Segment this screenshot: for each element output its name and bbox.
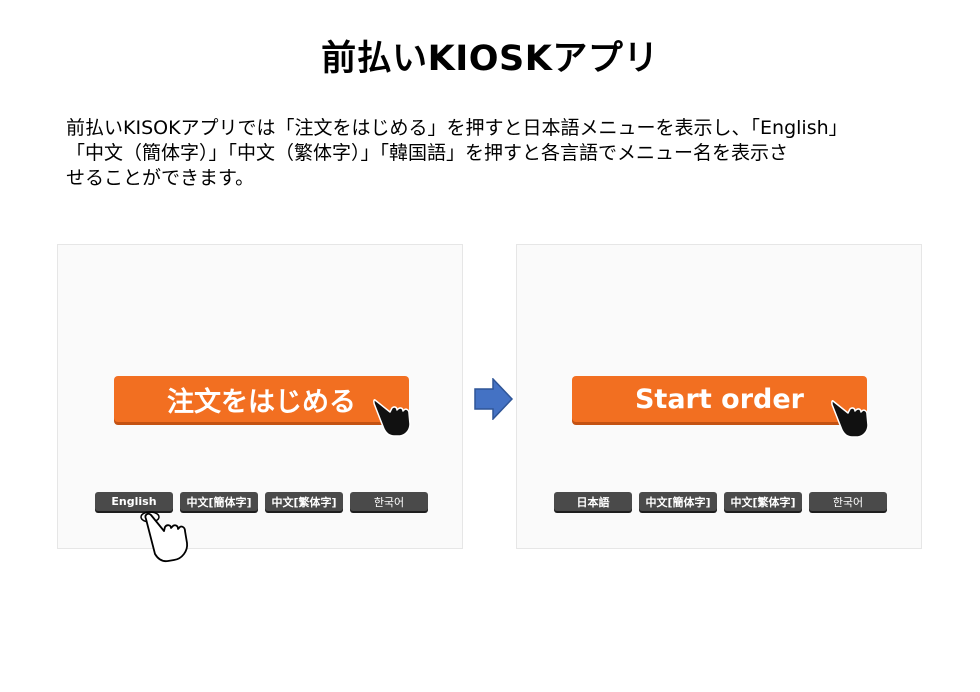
language-button-chinese-traditional[interactable]: 中文[繁体字] <box>265 492 343 511</box>
language-button-chinese-simplified[interactable]: 中文[簡体字] <box>639 492 717 511</box>
pointing-hand-icon <box>373 399 411 437</box>
tapping-hand-icon <box>140 511 188 563</box>
slide-description: 前払いKISOKアプリでは「注文をはじめる」を押すと日本語メニューを表示し、「E… <box>66 116 926 191</box>
language-button-japanese[interactable]: 日本語 <box>554 492 632 511</box>
language-button-row: 日本語 中文[簡体字] 中文[繁体字] 한국어 <box>554 492 887 512</box>
right-arrow-icon <box>474 378 514 420</box>
description-line-1: 前払いKISOKアプリでは「注文をはじめる」を押すと日本語メニューを表示し、「E… <box>66 117 848 139</box>
language-button-chinese-traditional[interactable]: 中文[繁体字] <box>724 492 802 511</box>
language-button-korean[interactable]: 한국어 <box>350 492 428 511</box>
description-line-3: せることができます。 <box>66 167 255 189</box>
kiosk-screen-japanese: 注文をはじめる English 中文[簡体字] 中文[繁体字] 한국어 <box>57 244 463 563</box>
slide-title: 前払いKIOSKアプリ <box>321 39 659 79</box>
kiosk-screen-english: Start order 日本語 中文[簡体字] 中文[繁体字] 한국어 <box>516 244 922 549</box>
pointing-hand-icon <box>831 400 869 438</box>
description-line-2: 「中文（簡体字）」「中文（繁体字）」「韓国語」を押すと各言語でメニュー名を表示さ <box>66 142 789 164</box>
start-order-button-english[interactable]: Start order <box>572 376 867 422</box>
start-order-button-japanese[interactable]: 注文をはじめる <box>114 376 409 422</box>
language-button-korean[interactable]: 한국어 <box>809 492 887 511</box>
